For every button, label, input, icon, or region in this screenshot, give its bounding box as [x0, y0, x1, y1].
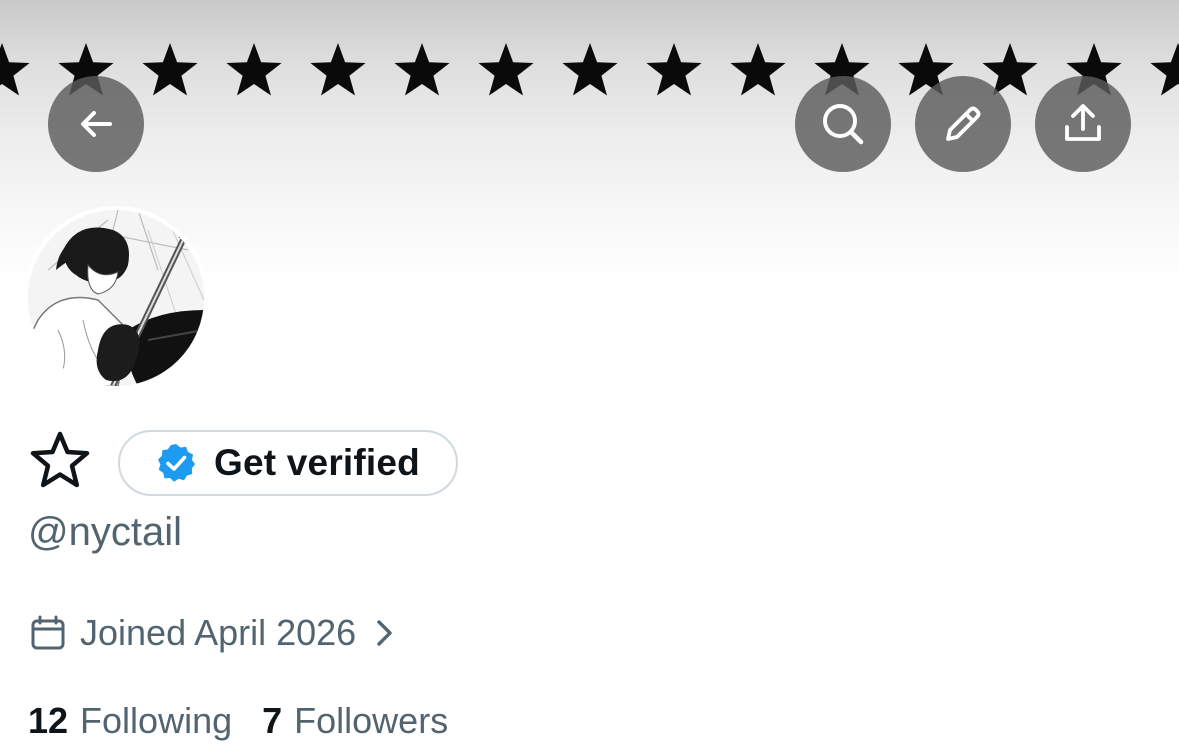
- display-name-star: [28, 430, 92, 490]
- banner-star: [562, 43, 618, 96]
- following-link[interactable]: 12 Following: [28, 700, 232, 742]
- banner-star: [730, 43, 786, 96]
- banner-star: [310, 43, 366, 96]
- banner-star: [226, 43, 282, 96]
- followers-count: 7: [262, 700, 283, 741]
- avatar-image: [28, 210, 204, 386]
- joined-date-text: Joined April 2026: [80, 612, 357, 653]
- banner-star: [0, 43, 30, 96]
- followers-label: Followers: [294, 700, 449, 741]
- verified-badge-icon: [158, 444, 195, 482]
- share-upload-icon: [1065, 104, 1101, 141]
- search-button[interactable]: [795, 76, 891, 172]
- banner-star: [1150, 43, 1179, 96]
- back-button[interactable]: [48, 76, 144, 172]
- following-count: 12: [28, 700, 69, 741]
- get-verified-button[interactable]: Get verified: [118, 430, 458, 496]
- arrow-left-icon: [81, 111, 112, 137]
- followers-link[interactable]: 7 Followers: [262, 700, 448, 742]
- star-outline-icon: [30, 431, 90, 488]
- chevron-right-icon: [377, 620, 392, 646]
- banner-star: [646, 43, 702, 96]
- profile-screen: Get verified @nyctail Joined April 2026 …: [0, 0, 1179, 752]
- share-button[interactable]: [1035, 76, 1131, 172]
- banner-star: [394, 43, 450, 96]
- calendar-icon: [31, 615, 65, 650]
- pencil-icon: [946, 106, 981, 141]
- following-label: Following: [80, 700, 233, 741]
- joined-date-row[interactable]: Joined April 2026: [30, 612, 396, 654]
- search-icon: [823, 104, 864, 145]
- banner-star: [478, 43, 534, 96]
- follow-stats: 12 Following 7 Followers: [28, 700, 478, 742]
- avatar[interactable]: [24, 206, 208, 390]
- banner-star: [142, 43, 198, 96]
- profile-handle: @nyctail: [28, 510, 182, 554]
- get-verified-label: Get verified: [214, 442, 420, 483]
- edit-button[interactable]: [915, 76, 1011, 172]
